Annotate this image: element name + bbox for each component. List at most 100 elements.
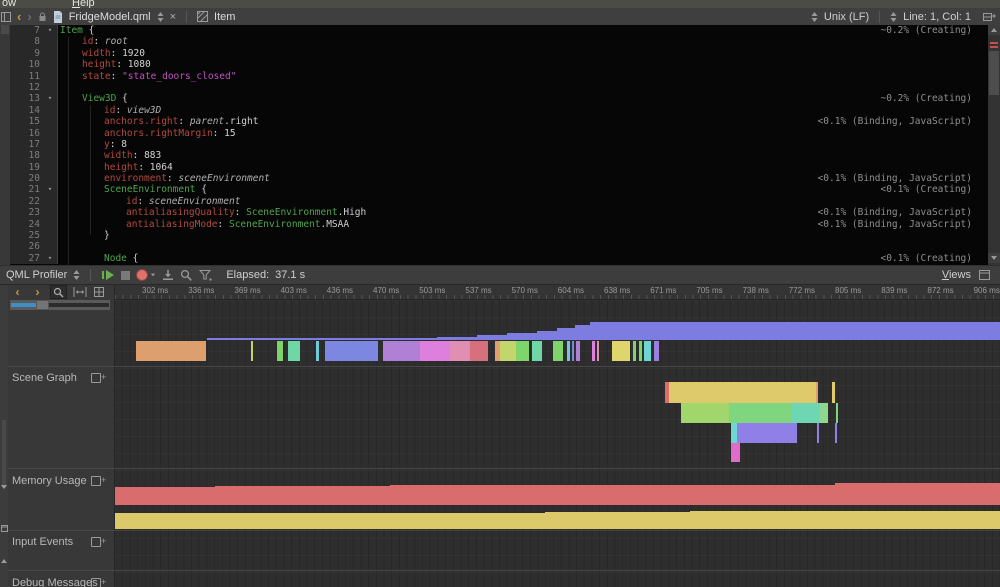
timeline-event-bar[interactable] [477,335,507,340]
pane-window-icon[interactable] [1,525,8,532]
next-event-button[interactable]: › [30,286,45,298]
timeline-event-bar[interactable] [450,341,470,361]
profiler-pane-title[interactable]: QML Profiler [6,269,67,281]
timeline-event-bar[interactable] [612,341,630,361]
code-line[interactable]: 13▾View3D {~0.2% (Creating) [10,93,988,104]
code-line[interactable]: 9width: 1920 [10,48,988,59]
sidebar-toggle-icon[interactable] [1,12,11,22]
views-menu-button[interactable]: Views [942,269,971,281]
timeline-event-bar[interactable] [597,341,599,361]
timeline-event-bar[interactable] [820,403,828,423]
timeline-event-bar[interactable] [729,403,791,423]
timeline-event-bar[interactable] [654,341,659,361]
code-line[interactable]: 11state: "state_doors_closed" [10,71,988,82]
close-document-button[interactable]: × [170,11,176,23]
timeline-event-bar[interactable] [572,341,574,361]
timeline-event-bar[interactable] [507,333,537,340]
fold-marker-icon[interactable]: ▾ [43,184,58,195]
prev-event-button[interactable]: ‹ [10,286,25,298]
timeline-event-bar[interactable] [644,341,651,361]
timeline-event-bar[interactable] [207,338,437,340]
range-select-button[interactable] [72,286,87,298]
timeline-event-bar[interactable] [731,443,740,462]
timeline-event-bar[interactable] [567,341,570,361]
timeline-event-bar[interactable] [791,403,820,423]
split-editor-icon[interactable] [983,12,996,22]
code-line[interactable]: 21▾SceneEnvironment {<0.1% (Creating) [10,184,988,195]
timeline-event-bar[interactable] [437,337,477,340]
code-line[interactable]: 24antialiasingMode: SceneEnvironment.MSA… [10,219,988,230]
timeline-event-bar[interactable] [251,341,253,361]
timeline-event-bar[interactable] [557,328,575,340]
timeline-event-bar[interactable] [325,341,378,361]
timeline-event-bar[interactable] [115,513,1000,529]
scroll-down-button[interactable] [988,253,1000,263]
flatten-events-button[interactable] [162,269,174,281]
code-line[interactable]: 26 [10,241,988,252]
code-line[interactable]: 17y: 8 [10,139,988,150]
timeline-event-bar[interactable] [537,331,557,340]
code-line[interactable]: 25} [10,230,988,241]
code-line[interactable]: 18width: 883 [10,150,988,161]
timeline-event-bar[interactable] [277,341,283,361]
scroll-up-button[interactable] [988,25,1000,35]
slider-handle[interactable] [36,300,49,310]
timeline-event-bar[interactable] [383,341,420,361]
code-line[interactable]: 22id: sceneEnvironment [10,196,988,207]
timeline-event-bar[interactable] [316,341,319,361]
timeline-canvas[interactable]: 302 ms336 ms369 ms403 ms436 ms470 ms503 … [115,285,1000,587]
timeline-event-bar[interactable] [576,341,580,361]
event-info-button[interactable] [92,286,107,298]
code-line[interactable]: 16anchors.rightMargin: 15 [10,128,988,139]
menu-item-window[interactable]: ow [2,0,16,8]
scroll-up-icon[interactable] [1,542,7,560]
zoom-mode-button[interactable] [50,285,67,299]
code-line[interactable]: 27▾Node {<0.1% (Creating) [10,253,988,264]
code-line[interactable]: 7▾Item {~0.2% (Creating) [10,25,988,36]
code-line[interactable]: 23antialiasingQuality: SceneEnvironment.… [10,207,988,218]
fold-marker-icon[interactable]: ▾ [43,25,58,36]
stop-profiling-button[interactable] [121,271,130,280]
timeline-event-bar[interactable] [136,341,206,361]
encoding-dropdown-icon[interactable] [811,12,818,22]
start-profiling-button[interactable] [101,269,115,281]
fold-marker-icon[interactable]: ▾ [43,93,58,104]
expand-category-button[interactable]: + [91,373,107,383]
timeline-event-bar[interactable] [639,341,642,361]
timeline-event-bar[interactable] [115,487,1000,505]
scroll-down-icon[interactable] [1,489,7,507]
search-timeline-button[interactable] [180,269,193,281]
code-line[interactable]: 20environment: sceneEnvironment<0.1% (Bi… [10,173,988,184]
code-line[interactable]: 14id: view3D [10,105,988,116]
editor-scrollbar[interactable] [988,25,1000,265]
timeline-event-bar[interactable] [516,341,529,361]
timeline-event-bar[interactable] [288,341,300,361]
timeline-event-bar[interactable] [817,423,819,443]
timeline-event-bar[interactable] [835,423,837,443]
timeline-event-bar[interactable] [690,511,1000,513]
timeline-event-bar[interactable] [420,341,450,361]
timeline-event-bar[interactable] [532,341,542,361]
code-line[interactable]: 15anchors.right: parent.right<0.1% (Bind… [10,116,988,127]
timeline-event-bar[interactable] [681,403,729,423]
timeline-event-bar[interactable] [500,341,516,361]
go-forward-button[interactable]: › [27,12,31,22]
document-dropdown-icon[interactable] [157,12,164,22]
timeline-event-bar[interactable] [390,485,1000,487]
fold-marker-icon[interactable]: ▾ [43,253,58,264]
scrollbar-thumb[interactable] [989,51,999,95]
views-window-icon[interactable] [979,270,990,280]
margin-button[interactable] [1,25,9,34]
code-line[interactable]: 8id: root [10,36,988,47]
timeline-event-bar[interactable] [836,403,838,423]
timeline-event-bar[interactable] [669,382,817,403]
go-back-button[interactable]: ‹ [17,12,21,22]
timeline-event-bar[interactable] [737,423,797,443]
element-context-selector[interactable]: Item [214,11,235,23]
expand-category-button[interactable]: + [91,578,107,587]
code-line[interactable]: 12 [10,82,988,93]
timeline-event-bar[interactable] [575,325,590,340]
timeline-event-bar[interactable] [816,382,818,403]
menu-item-help[interactable]: Help [72,0,95,8]
timeline-event-bar[interactable] [553,341,563,361]
